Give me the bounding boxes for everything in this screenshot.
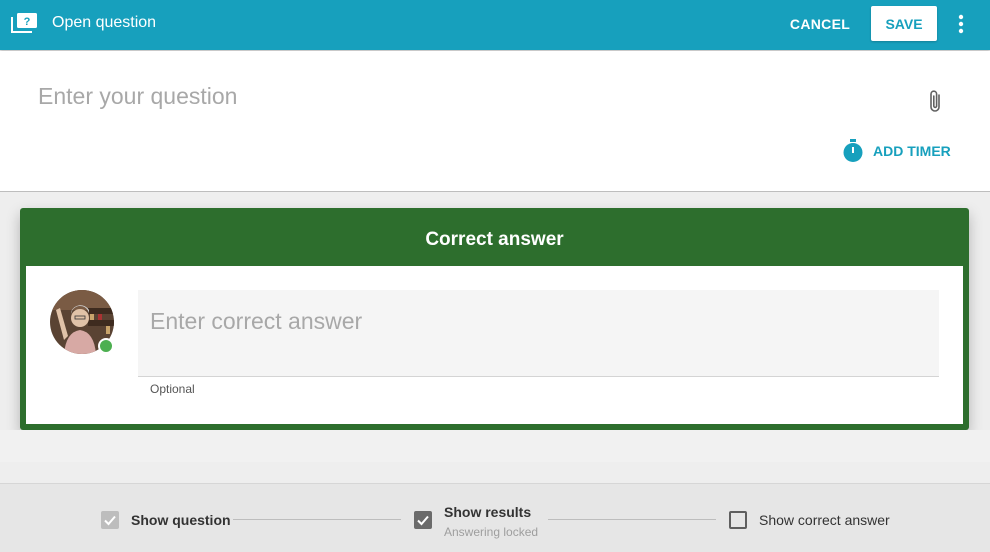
checkbox-checked-icon[interactable] bbox=[414, 511, 432, 529]
step-show-results[interactable]: Show results Answering locked bbox=[414, 504, 538, 539]
step-show-question[interactable]: Show question bbox=[101, 511, 231, 529]
correct-answer-input[interactable] bbox=[150, 308, 920, 335]
stepper-connector bbox=[233, 519, 401, 520]
save-button[interactable]: SAVE bbox=[871, 6, 937, 41]
avatar bbox=[50, 290, 114, 354]
paperclip-icon[interactable] bbox=[926, 88, 946, 114]
add-timer-button[interactable]: ADD TIMER bbox=[842, 138, 951, 164]
online-status-dot bbox=[98, 338, 114, 354]
add-timer-label: ADD TIMER bbox=[873, 143, 951, 159]
stopwatch-icon bbox=[843, 139, 863, 162]
more-vert-icon[interactable] bbox=[950, 12, 972, 36]
step-show-correct-answer[interactable]: Show correct answer bbox=[729, 511, 890, 529]
cancel-button[interactable]: CANCEL bbox=[780, 7, 860, 41]
top-app-bar: ? Open question CANCEL SAVE bbox=[0, 0, 990, 50]
question-editor: ADD TIMER bbox=[0, 51, 990, 192]
step-sublabel: Answering locked bbox=[444, 525, 539, 539]
step-label: Show results bbox=[444, 504, 532, 520]
correct-answer-card: Correct answer Optional bbox=[20, 208, 969, 430]
page-title: Open question bbox=[52, 14, 157, 31]
step-label: Show correct answer bbox=[759, 512, 890, 528]
checkbox-unchecked-icon[interactable] bbox=[729, 511, 747, 529]
question-slide-icon: ? bbox=[11, 13, 37, 33]
step-label: Show question bbox=[131, 512, 231, 528]
content-spacer bbox=[0, 430, 990, 462]
checkbox-checked-icon[interactable] bbox=[101, 511, 119, 529]
correct-answer-heading: Correct answer bbox=[425, 229, 564, 250]
presentation-stepper: Show question Show results Answering loc… bbox=[0, 483, 990, 552]
optional-hint: Optional bbox=[150, 382, 195, 396]
answer-field[interactable] bbox=[138, 290, 939, 377]
question-input[interactable] bbox=[38, 83, 898, 110]
stepper-connector bbox=[548, 519, 716, 520]
correct-answer-body: Optional bbox=[26, 266, 963, 424]
svg-text:?: ? bbox=[24, 16, 31, 28]
